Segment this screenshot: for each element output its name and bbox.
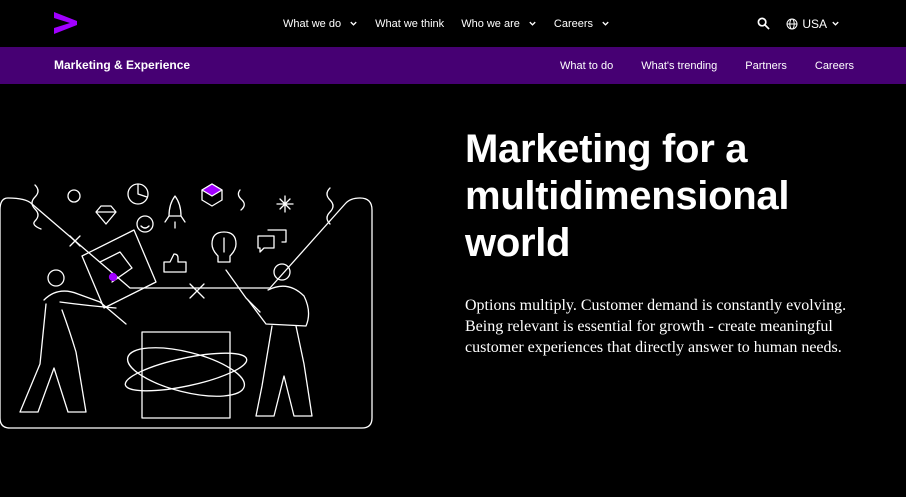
nav-item-careers[interactable]: Careers xyxy=(554,18,610,30)
smiley-icon xyxy=(136,215,154,233)
box-shape xyxy=(141,331,231,419)
top-navigation: What we do What we think Who we are Care… xyxy=(0,0,906,47)
sparkle-icon xyxy=(276,195,294,213)
person-body xyxy=(19,290,127,413)
x-mark xyxy=(69,235,81,247)
subnav-link-partners[interactable]: Partners xyxy=(745,60,787,72)
nav-item-who-we-are[interactable]: Who we are xyxy=(461,18,537,30)
whiteboard-shape xyxy=(81,229,157,309)
utility-nav: USA xyxy=(757,0,840,47)
circle-shape xyxy=(67,189,81,203)
hero-description: Options multiply. Customer demand is con… xyxy=(465,297,847,356)
squiggle-shape xyxy=(31,184,42,230)
section-title[interactable]: Marketing & Experience xyxy=(54,47,190,84)
accenture-logo-icon[interactable] xyxy=(53,12,77,34)
subnav-link-careers[interactable]: Careers xyxy=(815,60,854,72)
rocket-icon xyxy=(164,195,186,229)
nav-item-label: Careers xyxy=(553,17,594,30)
subnav-link-whats-trending[interactable]: What's trending xyxy=(641,60,717,72)
section-links: What to do What's trending Partners Care… xyxy=(532,47,854,84)
hero-title-line: world xyxy=(465,221,571,265)
person-head xyxy=(47,269,65,287)
hero-title-line: Marketing for a xyxy=(465,127,748,171)
nav-item-label: What we do xyxy=(283,17,342,30)
hero-illustration xyxy=(0,183,373,429)
locale-selector[interactable]: USA xyxy=(786,17,840,31)
chevron-down-icon xyxy=(350,21,357,26)
thumbs-up-icon xyxy=(163,253,187,273)
frame-shape xyxy=(0,197,373,429)
nav-item-what-we-think[interactable]: What we think xyxy=(375,18,444,30)
hero-title-line: multidimensional xyxy=(465,174,790,218)
nav-item-what-we-do[interactable]: What we do xyxy=(283,18,358,30)
nav-item-label: Who we are xyxy=(461,17,520,30)
locale-label: USA xyxy=(802,16,827,31)
x-mark xyxy=(189,283,205,299)
squiggle-shape xyxy=(237,189,245,211)
chevron-down-icon xyxy=(529,21,536,26)
chevron-down-icon xyxy=(602,21,609,26)
chevron-down-icon xyxy=(832,21,839,26)
section-subnav: Marketing & Experience What to do What's… xyxy=(0,47,906,84)
primary-nav: What we do What we think Who we are Care… xyxy=(283,0,627,47)
chat-bubbles-icon xyxy=(257,229,287,253)
person-body xyxy=(247,285,313,417)
subnav-link-what-to-do[interactable]: What to do xyxy=(560,60,613,72)
person-head xyxy=(273,263,291,281)
globe-icon xyxy=(786,18,798,29)
search-icon[interactable] xyxy=(757,17,770,30)
diamond-icon xyxy=(95,205,117,225)
hero-title: Marketing for a multidimensional world xyxy=(465,126,885,267)
nav-item-label: What we think xyxy=(375,17,445,30)
